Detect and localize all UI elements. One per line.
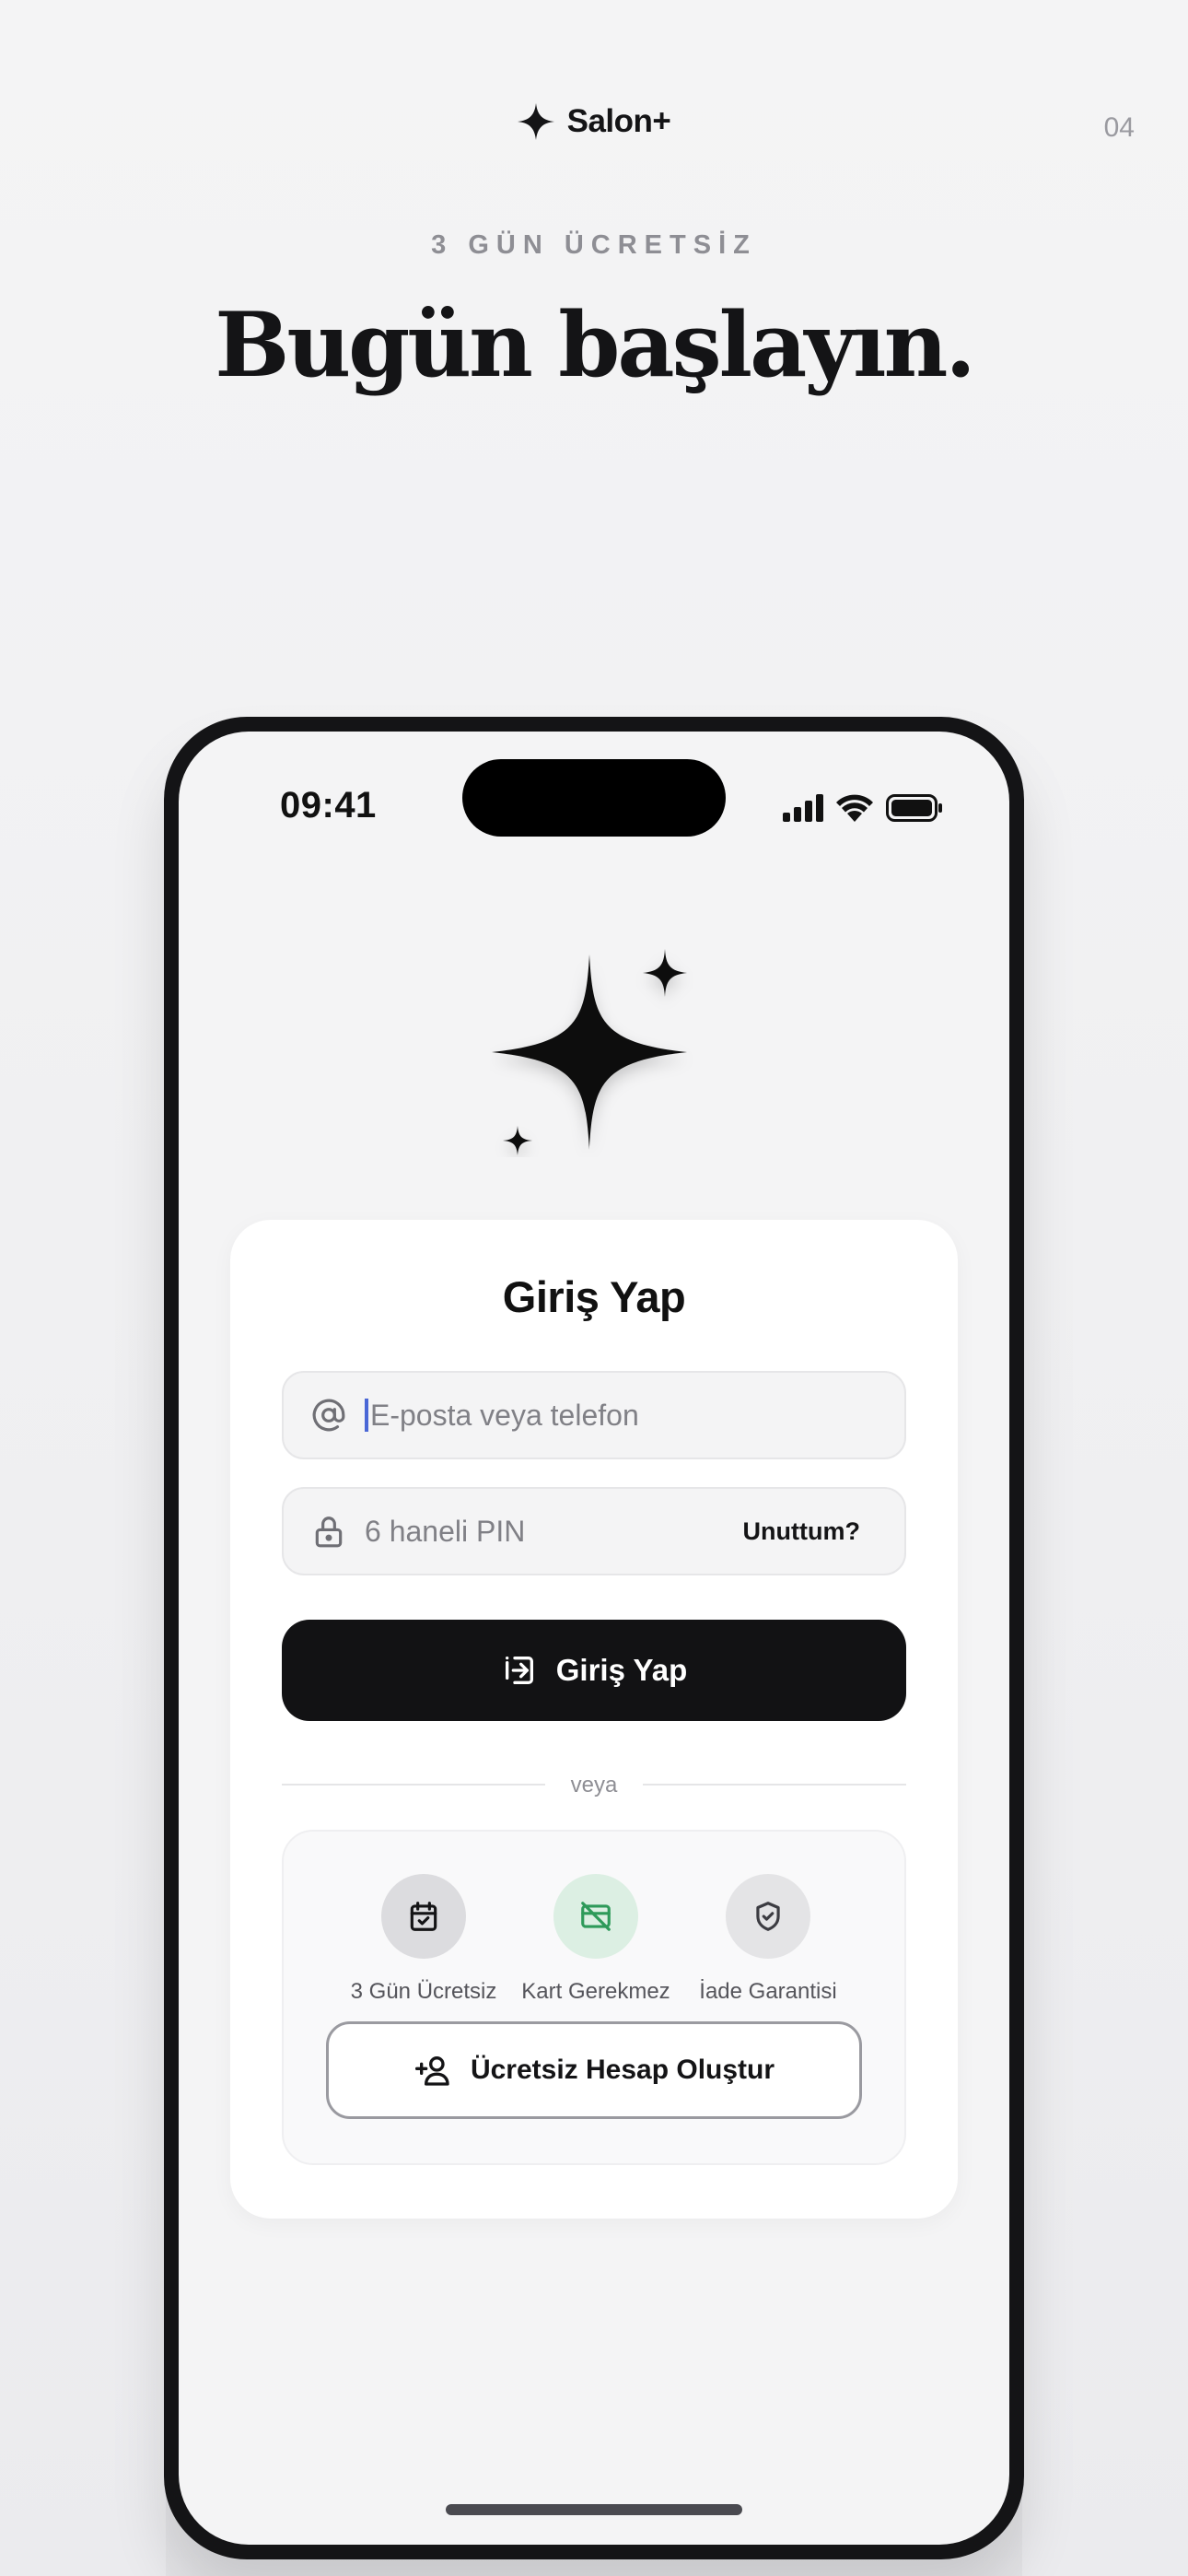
shield-check-icon <box>756 1902 780 1931</box>
lock-icon <box>315 1516 343 1548</box>
email-field[interactable]: E-posta veya telefon <box>282 1371 906 1459</box>
home-indicator[interactable] <box>446 2504 742 2515</box>
perk-no-card: Kart Gerekmez <box>504 1874 688 2005</box>
perk-label: 3 Gün Ücretsiz <box>350 1979 497 2004</box>
brand-header: Salon+ <box>0 103 1188 140</box>
perk-label: Kart Gerekmez <box>521 1979 670 2004</box>
login-card: Giriş Yap E-posta veya telefon 6 haneli … <box>230 1220 958 2219</box>
pin-placeholder: 6 haneli PIN <box>365 1514 526 1548</box>
card-off-icon <box>581 1902 611 1931</box>
headline: Bugün başlayın. <box>215 293 976 397</box>
create-account-button[interactable]: Ücretsiz Hesap Oluştur <box>326 2021 862 2119</box>
calendar-check-icon <box>410 1902 437 1931</box>
pin-field[interactable]: 6 haneli PIN Unuttum? <box>282 1487 906 1575</box>
login-button-label: Giriş Yap <box>555 1653 688 1687</box>
perk-refund: İade Garantisi <box>676 1874 860 2005</box>
perk-label: İade Garantisi <box>699 1979 837 2004</box>
wifi-icon <box>836 794 873 822</box>
perk-icon-bubble <box>381 1874 466 1959</box>
divider-line-right <box>643 1784 906 1786</box>
battery-icon <box>886 794 942 822</box>
login-button[interactable]: Giriş Yap <box>282 1620 906 1721</box>
login-icon <box>505 1657 533 1684</box>
perk-free-trial: 3 Gün Ücretsiz <box>332 1874 516 2005</box>
eyebrow-text: 3 GÜN ÜCRETSİZ <box>431 230 757 260</box>
create-account-label: Ücretsiz Hesap Oluştur <box>470 2055 775 2085</box>
page-number: 04 <box>1103 112 1135 143</box>
forgot-pin-link[interactable]: Unuttum? <box>743 1517 860 1546</box>
email-placeholder: E-posta veya telefon <box>370 1398 639 1432</box>
status-time: 09:41 <box>280 785 377 825</box>
perk-icon-bubble <box>553 1874 638 1959</box>
divider-text: veya <box>570 1773 618 1797</box>
perk-icon-bubble <box>726 1874 810 1959</box>
status-icons <box>783 794 943 822</box>
card-title: Giriş Yap <box>502 1272 686 1321</box>
perks-panel: 3 Gün Ücretsiz Kart Gerekmez İade Garant… <box>282 1830 906 2165</box>
text-caret <box>365 1399 368 1432</box>
sparkle-icon <box>517 103 554 140</box>
user-plus-icon <box>414 2056 449 2086</box>
cellular-icon <box>783 794 823 822</box>
phone-screen: 09:41 Giriş Yap E-posta veya telefon 6 h… <box>179 732 1009 2545</box>
hero-sparkle-icon <box>492 949 687 1155</box>
at-sign-icon <box>312 1399 345 1432</box>
or-divider: veya <box>282 1773 906 1797</box>
phone-frame: 09:41 Giriş Yap E-posta veya telefon 6 h… <box>164 717 1024 2559</box>
dynamic-island <box>462 759 726 837</box>
brand-name: Salon+ <box>566 103 671 139</box>
